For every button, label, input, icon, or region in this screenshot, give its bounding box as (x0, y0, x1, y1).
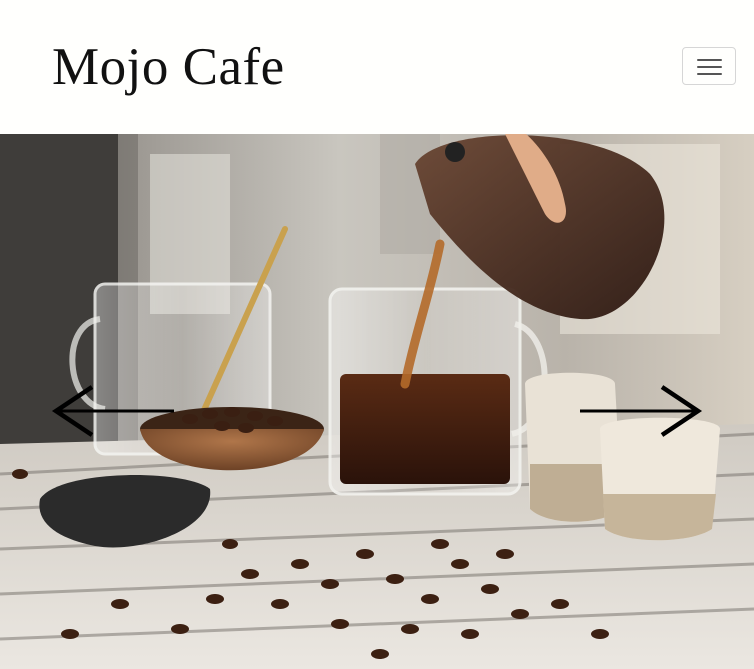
site-header: Mojo Cafe (0, 0, 754, 134)
hero-carousel (0, 134, 754, 669)
site-brand[interactable]: Mojo Cafe (52, 34, 285, 100)
hamburger-menu-icon-bar (697, 66, 722, 68)
menu-toggle-button[interactable] (682, 47, 736, 85)
arrow-right-icon (580, 385, 703, 437)
hamburger-menu-icon (697, 59, 722, 61)
carousel-prev-button[interactable] (50, 384, 176, 438)
arrow-left-icon (51, 385, 174, 437)
hamburger-menu-icon-bar (697, 73, 722, 75)
carousel-next-button[interactable] (578, 384, 704, 438)
